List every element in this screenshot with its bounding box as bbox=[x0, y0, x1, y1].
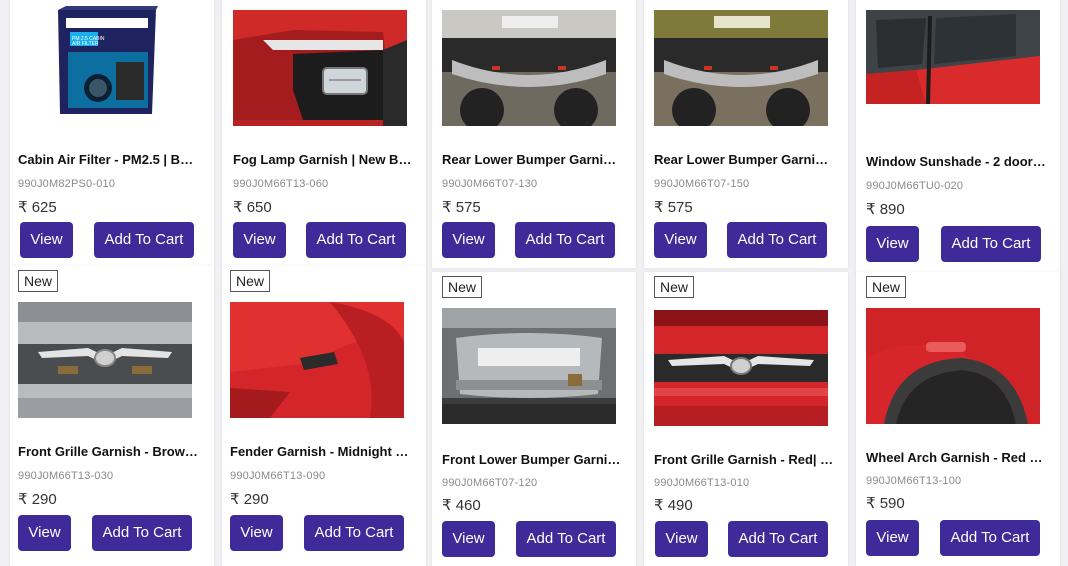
new-badge: New bbox=[654, 276, 695, 298]
product-card: Fog Lamp Garnish | New Br... 990J0M66T13… bbox=[222, 0, 426, 268]
add-to-cart-button[interactable]: Add To Cart bbox=[941, 226, 1041, 262]
add-to-cart-button[interactable]: Add To Cart bbox=[940, 520, 1040, 556]
add-to-cart-button[interactable]: Add To Cart bbox=[727, 222, 827, 258]
product-image[interactable] bbox=[442, 308, 616, 424]
product-sku: 990J0M66TU0-020 bbox=[866, 180, 964, 192]
product-image[interactable]: PM 2.5 CABIN AIR FILTER bbox=[18, 2, 192, 118]
new-badge: New bbox=[18, 270, 59, 292]
product-card: New Wheel Arch Garnish - Red | ... 990J0… bbox=[856, 272, 1060, 566]
product-card: New Front Lower Bumper Garnis... 990J0M6… bbox=[432, 272, 636, 566]
product-title[interactable]: Rear Lower Bumper Garnish... bbox=[654, 152, 834, 167]
product-title[interactable]: Front Grille Garnish - Brown ... bbox=[18, 444, 198, 459]
view-button[interactable]: View bbox=[20, 222, 73, 258]
view-button[interactable]: View bbox=[442, 521, 495, 557]
product-card: New Front Grille Garnish - Brown ... 990… bbox=[10, 266, 214, 566]
product-price: ₹ 490 bbox=[654, 497, 693, 514]
product-price: ₹ 590 bbox=[866, 495, 905, 512]
add-to-cart-button[interactable]: Add To Cart bbox=[92, 515, 192, 551]
view-button[interactable]: View bbox=[654, 222, 707, 258]
product-image[interactable] bbox=[654, 10, 828, 126]
product-title[interactable]: Front Lower Bumper Garnis... bbox=[442, 452, 622, 467]
product-title[interactable]: Fog Lamp Garnish | New Br... bbox=[233, 152, 413, 167]
product-title[interactable]: Fender Garnish - Midnight Bl... bbox=[230, 444, 410, 459]
product-price: ₹ 575 bbox=[654, 199, 693, 216]
view-button[interactable]: View bbox=[233, 222, 286, 258]
view-button[interactable]: View bbox=[866, 226, 919, 262]
product-card: New Fender Garnish - Midnight Bl... 990J… bbox=[222, 266, 426, 566]
product-price: ₹ 890 bbox=[866, 201, 905, 218]
product-image[interactable] bbox=[866, 10, 1040, 104]
add-to-cart-button[interactable]: Add To Cart bbox=[306, 222, 406, 258]
add-to-cart-button[interactable]: Add To Cart bbox=[728, 521, 828, 557]
product-price: ₹ 650 bbox=[233, 199, 272, 216]
view-button[interactable]: View bbox=[18, 515, 71, 551]
product-sku: 990J0M66T13-060 bbox=[233, 178, 329, 190]
product-card: PM 2.5 CABIN AIR FILTER Cabin Air Filter… bbox=[10, 0, 214, 268]
new-badge: New bbox=[866, 276, 907, 298]
new-badge: New bbox=[230, 270, 271, 292]
product-sku: 990J0M66T07-120 bbox=[442, 477, 538, 489]
product-sku: 990J0M82PS0-010 bbox=[18, 178, 116, 190]
product-sku: 990J0M66T07-150 bbox=[654, 178, 750, 190]
product-title[interactable]: Rear Lower Bumper Garnish... bbox=[442, 152, 622, 167]
product-card: New Front Grille Garnish - Red| N... 990… bbox=[644, 272, 848, 566]
product-image[interactable] bbox=[866, 308, 1040, 424]
product-card: Rear Lower Bumper Garnish... 990J0M66T07… bbox=[644, 0, 848, 268]
product-card: Rear Lower Bumper Garnish... 990J0M66T07… bbox=[432, 0, 636, 268]
view-button[interactable]: View bbox=[655, 521, 708, 557]
svg-text:AIR FILTER: AIR FILTER bbox=[72, 41, 99, 47]
product-price: ₹ 460 bbox=[442, 497, 481, 514]
view-button[interactable]: View bbox=[866, 520, 919, 556]
product-sku: 990J0M66T13-100 bbox=[866, 475, 962, 487]
add-to-cart-button[interactable]: Add To Cart bbox=[516, 521, 616, 557]
product-image[interactable] bbox=[18, 302, 192, 418]
add-to-cart-button[interactable]: Add To Cart bbox=[304, 515, 404, 551]
product-title[interactable]: Window Sunshade - 2 door |... bbox=[866, 154, 1046, 169]
view-button[interactable]: View bbox=[230, 515, 283, 551]
product-sku: 990J0M66T13-030 bbox=[18, 470, 114, 482]
add-to-cart-button[interactable]: Add To Cart bbox=[515, 222, 615, 258]
product-card: Window Sunshade - 2 door |... 990J0M66TU… bbox=[856, 0, 1060, 274]
product-sku: 990J0M66T07-130 bbox=[442, 178, 538, 190]
view-button[interactable]: View bbox=[442, 222, 495, 258]
product-title[interactable]: Wheel Arch Garnish - Red | ... bbox=[866, 450, 1046, 465]
product-title[interactable]: Cabin Air Filter - PM2.5 | Bre... bbox=[18, 152, 198, 167]
product-price: ₹ 575 bbox=[442, 199, 481, 216]
product-price: ₹ 625 bbox=[18, 199, 57, 216]
product-image[interactable] bbox=[654, 310, 828, 426]
product-title[interactable]: Front Grille Garnish - Red| N... bbox=[654, 452, 834, 467]
product-sku: 990J0M66T13-090 bbox=[230, 470, 326, 482]
new-badge: New bbox=[442, 276, 483, 298]
product-sku: 990J0M66T13-010 bbox=[654, 477, 750, 489]
product-image[interactable] bbox=[230, 302, 404, 418]
product-price: ₹ 290 bbox=[18, 491, 57, 508]
product-price: ₹ 290 bbox=[230, 491, 269, 508]
product-image[interactable] bbox=[233, 10, 407, 126]
add-to-cart-button[interactable]: Add To Cart bbox=[94, 222, 194, 258]
product-image[interactable] bbox=[442, 10, 616, 126]
